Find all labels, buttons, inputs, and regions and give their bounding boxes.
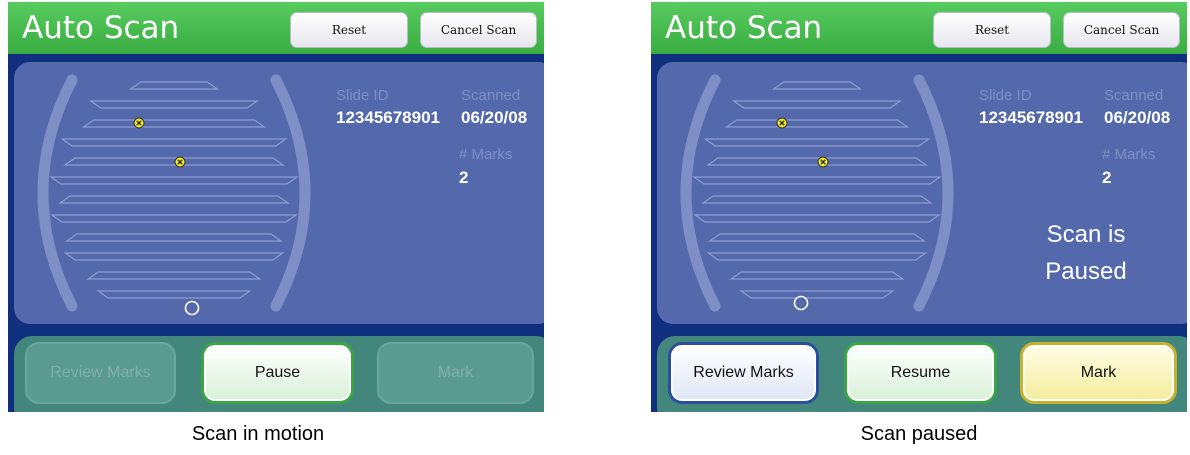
mark-button[interactable]: Mark xyxy=(377,342,534,404)
scan-band xyxy=(63,252,285,261)
marks-count-value: 2 xyxy=(1102,168,1112,187)
header-bar: Auto Scan Reset Cancel Scan xyxy=(8,2,544,54)
marks-label: # Marks xyxy=(459,146,513,163)
auto-scan-screen-paused: Auto Scan Reset Cancel Scan Slide ID 123… xyxy=(651,2,1187,412)
scan-band xyxy=(707,233,927,242)
scan-band xyxy=(64,233,284,242)
scanned-label: Scanned xyxy=(1104,87,1164,104)
scan-band xyxy=(703,138,931,147)
scan-band xyxy=(706,252,928,261)
scan-band xyxy=(88,100,260,109)
header-bar: Auto Scan Reset Cancel Scan xyxy=(651,2,1187,54)
marks-label: # Marks xyxy=(1102,146,1156,163)
cancel-scan-button[interactable]: Cancel Scan xyxy=(420,12,537,48)
scan-band xyxy=(50,214,298,223)
mark-x-icon xyxy=(776,117,788,129)
scan-band xyxy=(729,271,905,280)
reset-button[interactable]: Reset xyxy=(933,12,1051,48)
status-line-1: Scan is xyxy=(1046,221,1126,248)
marks-count-value: 2 xyxy=(459,168,469,187)
scan-band xyxy=(60,138,288,147)
scan-band xyxy=(58,195,290,204)
mark-button[interactable]: Mark xyxy=(1020,342,1177,404)
scan-band xyxy=(724,119,910,128)
scan-band xyxy=(706,157,928,166)
screen-title: Auto Scan xyxy=(22,10,180,46)
scan-band xyxy=(692,176,942,185)
scan-area: Slide ID 12345678901 Scanned 06/20/08 # … xyxy=(14,62,544,324)
mark-x-icon xyxy=(133,117,145,129)
slide-id-label: Slide ID xyxy=(336,87,389,104)
scan-band xyxy=(128,81,220,90)
caption-scan-in-motion: Scan in motion xyxy=(191,423,325,445)
scanned-date-value: 06/20/08 xyxy=(461,108,528,127)
right-bracket xyxy=(270,74,311,312)
scan-band xyxy=(739,290,895,299)
scan-band xyxy=(49,176,299,185)
scan-band xyxy=(701,195,933,204)
scan-raster-lines xyxy=(692,81,942,299)
cancel-scan-button[interactable]: Cancel Scan xyxy=(1063,12,1180,48)
scan-paused-status: Scan is Paused xyxy=(1006,216,1166,290)
left-bracket xyxy=(680,74,721,312)
reset-button[interactable]: Reset xyxy=(290,12,408,48)
slide-id-value: 12345678901 xyxy=(336,108,441,127)
slide-id-label: Slide ID xyxy=(979,87,1032,104)
auto-scan-screen-motion: Auto Scan Reset Cancel Scan Slide ID 123… xyxy=(8,2,544,412)
mark-x-icon xyxy=(174,156,186,168)
scan-band xyxy=(63,157,285,166)
scanned-label: Scanned xyxy=(461,87,521,104)
mark-x-icon xyxy=(817,156,829,168)
left-bracket xyxy=(37,74,78,312)
scan-band xyxy=(81,119,267,128)
scan-band xyxy=(731,100,903,109)
caption-scan-paused: Scan paused xyxy=(860,423,978,445)
scan-raster-lines xyxy=(49,81,299,299)
pause-button[interactable]: Pause xyxy=(201,342,354,404)
scan-head-icon xyxy=(793,295,809,311)
scan-band xyxy=(86,271,262,280)
review-marks-button[interactable]: Review Marks xyxy=(25,342,176,404)
screen-title: Auto Scan xyxy=(665,10,823,46)
scan-head-icon xyxy=(184,300,200,316)
slide-id-value: 12345678901 xyxy=(979,108,1084,127)
scanned-date-value: 06/20/08 xyxy=(1104,108,1171,127)
status-line-2: Paused xyxy=(1045,258,1127,285)
scan-band xyxy=(771,81,863,90)
resume-button[interactable]: Resume xyxy=(844,342,997,404)
scan-band xyxy=(693,214,941,223)
right-bracket xyxy=(913,74,954,312)
scan-band xyxy=(96,290,252,299)
review-marks-button[interactable]: Review Marks xyxy=(668,342,819,404)
